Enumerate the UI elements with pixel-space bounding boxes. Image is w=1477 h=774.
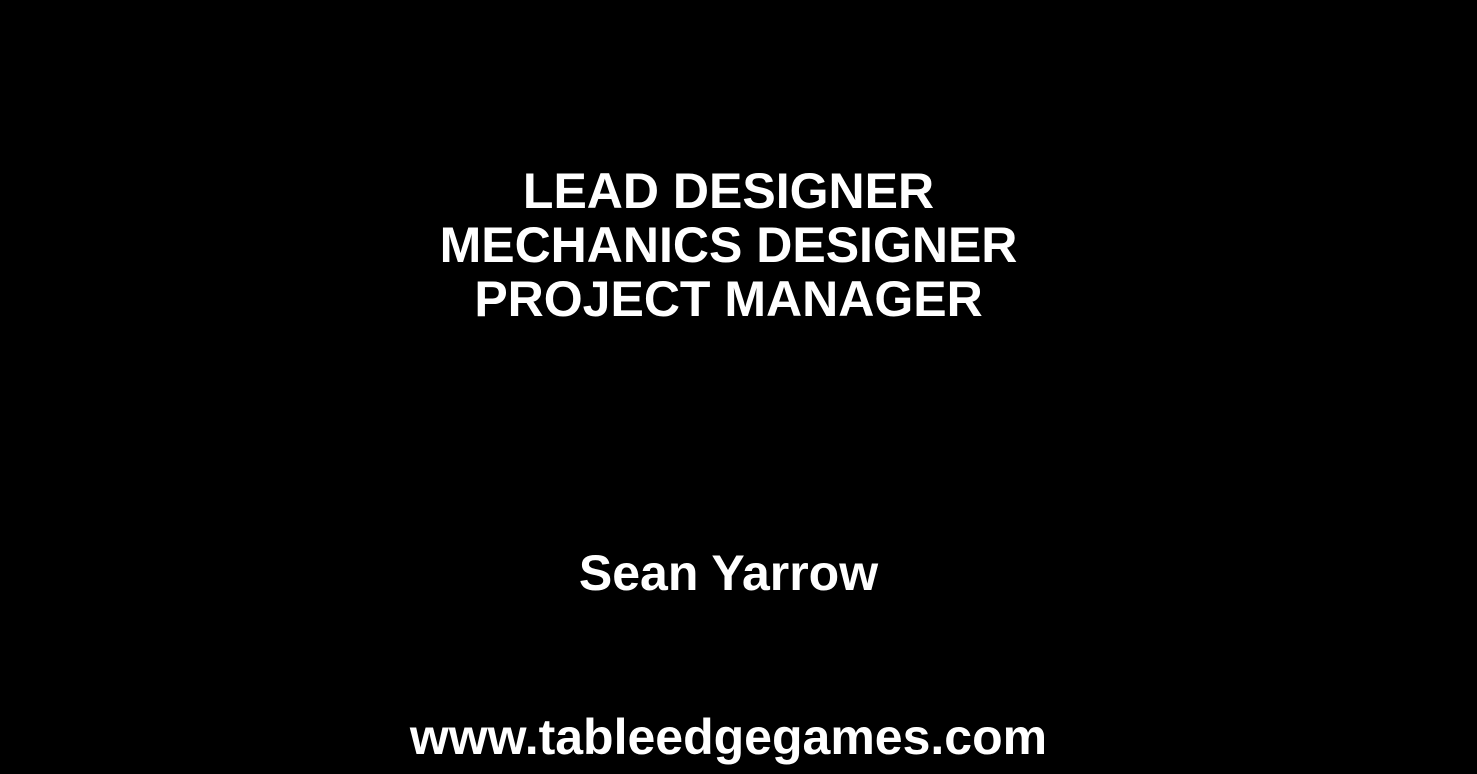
role-lead-designer: LEAD DESIGNER [522, 163, 935, 219]
credits-screen: LEAD DESIGNER MECHANICS DESIGNER PROJECT… [0, 0, 1477, 774]
credits-roles: LEAD DESIGNER MECHANICS DESIGNER PROJECT… [0, 164, 1467, 326]
credit-website: www.tableedgegames.com [409, 709, 1048, 765]
role-mechanics-designer: MECHANICS DESIGNER [439, 217, 1018, 273]
role-project-manager: PROJECT MANAGER [474, 271, 983, 327]
credit-person-name: Sean Yarrow [578, 545, 879, 601]
